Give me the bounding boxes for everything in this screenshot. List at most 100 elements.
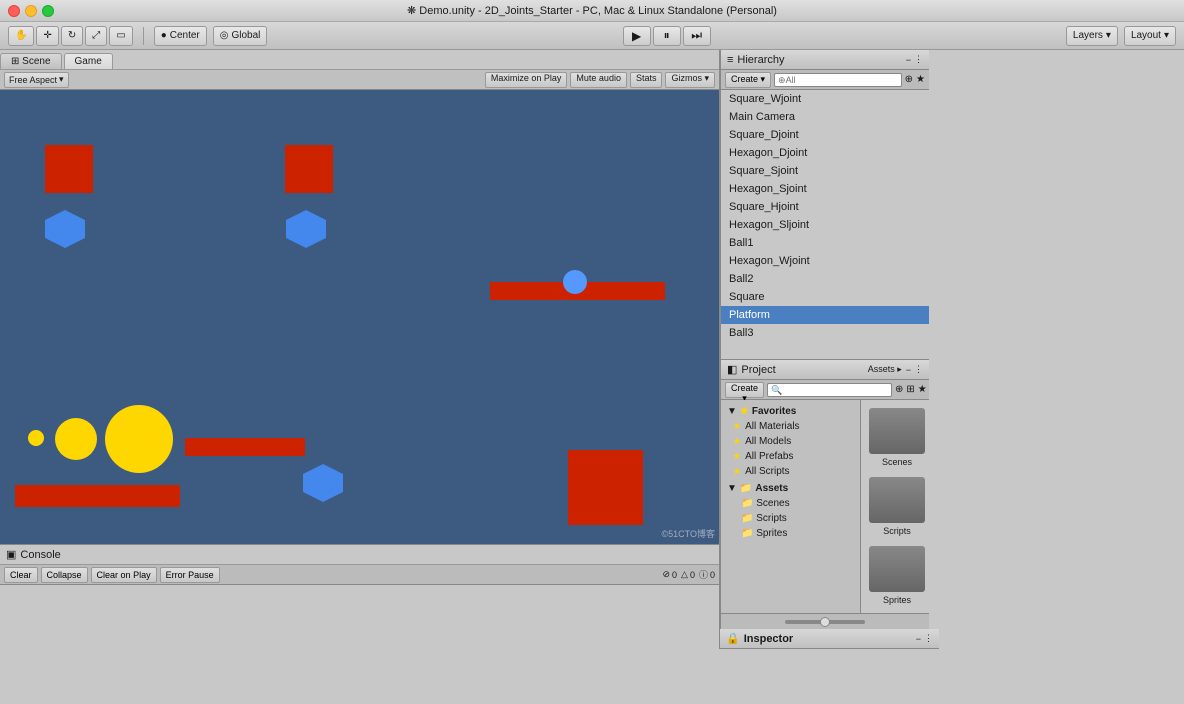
layout-dropdown[interactable]: Layout ▾ [1124,26,1176,46]
inspector-collapse-icon[interactable]: − [916,634,921,644]
favorites-header[interactable]: ▼ ★ Favorites [721,404,860,419]
filter-icon[interactable]: ⊕ [905,74,913,85]
titlebar: ❋ Demo.unity - 2D_Joints_Starter - PC, M… [0,0,1184,22]
hierarchy-item-square-hjoint[interactable]: Square_Hjoint [721,198,929,216]
filter-icon-3[interactable]: ⊞ [906,384,914,395]
star-icon-2[interactable]: ★ [918,384,927,395]
favorites-section: ▼ ★ Favorites ★ All Materials ★ All Mode… [721,404,860,479]
hierarchy-collapse-icon[interactable]: − [906,55,911,65]
hierarchy-item-hexagon-sjoint[interactable]: Hexagon_Sjoint [721,180,929,198]
hierarchy-item-square-djoint[interactable]: Square_Djoint [721,126,929,144]
assets-header[interactable]: ▼ 📁 Assets [721,481,860,496]
hierarchy-search-input[interactable] [774,73,902,87]
hierarchy-create-btn[interactable]: Create ▾ [725,72,771,88]
center-dot-icon: ● [161,30,167,41]
tab-scene[interactable]: ⊞ Scene [0,53,62,69]
hierarchy-item-square-wjoint[interactable]: Square_Wjoint [721,90,929,108]
inspector-lock-icon[interactable]: ⋮ [924,633,933,644]
project-search-input[interactable] [767,383,892,397]
left-panel: ⊞ Scene Game Free Aspect ▾ Maximize on P… [0,50,719,704]
hierarchy-item-square[interactable]: Square [721,288,929,306]
hand-tool[interactable]: ✋ [8,26,34,46]
hierarchy-item-square-sjoint[interactable]: Square_Sjoint [721,162,929,180]
global-button[interactable]: ◎ Global [213,26,268,46]
chevron-down-icon-fav: ▼ [727,406,737,417]
project-assets-label[interactable]: Assets ▸ [868,364,902,375]
star-icon[interactable]: ★ [916,74,925,85]
play-controls: ▶ ⏸ ⏭ [623,26,711,46]
maximize-on-play-btn[interactable]: Maximize on Play [485,72,568,88]
console-header: ▣ Console [0,545,719,565]
blue-hex-2 [283,208,329,253]
red-square-br [568,450,643,525]
collapse-btn[interactable]: Collapse [41,567,88,583]
red-bar [185,438,305,456]
scripts-item[interactable]: 📁 Scripts [721,511,860,526]
chevron-down-icon-assets: ▼ [727,483,737,494]
scene-game-area: ⊞ Scene Game Free Aspect ▾ Maximize on P… [0,50,719,544]
project-bottom-bar [721,613,929,629]
maximize-button[interactable] [42,5,54,17]
star-fav-icon: ★ [740,406,749,417]
aspect-select[interactable]: Free Aspect ▾ [4,72,69,88]
yellow-md [55,418,97,460]
inspector-title: Inspector [744,633,916,645]
all-materials-item[interactable]: ★ All Materials [721,419,860,434]
stats-btn[interactable]: Stats [630,72,663,88]
hierarchy-item-hexagon-sljoint[interactable]: Hexagon_Sljoint [721,216,929,234]
zoom-slider-thumb[interactable] [820,617,830,627]
hierarchy-item-ball2[interactable]: Ball2 [721,270,929,288]
all-prefabs-item[interactable]: ★ All Prefabs [721,449,860,464]
scripts-folder-icon: 📁 [741,513,753,524]
filter-icon-2[interactable]: ⊕ [895,384,903,395]
sprites-folder-icon-big [869,546,925,592]
star-icon-pre: ★ [733,451,741,462]
clear-on-play-btn[interactable]: Clear on Play [91,567,157,583]
project-tree: ▼ ★ Favorites ★ All Materials ★ All Mode… [721,400,861,613]
all-scripts-item[interactable]: ★ All Scripts [721,464,860,479]
project-collapse-icon[interactable]: − [906,365,911,375]
hierarchy-lock-icon[interactable]: ⋮ [914,54,923,65]
hierarchy-item-hexagon-wjoint[interactable]: Hexagon_Wjoint [721,252,929,270]
hierarchy-item-ball1[interactable]: Ball1 [721,234,929,252]
project-icon: ◧ [727,363,737,376]
hierarchy-item-ball3[interactable]: Ball3 [721,324,929,342]
project-assets-view: Scenes Scripts Sprites [861,400,929,613]
gizmos-btn[interactable]: Gizmos ▾ [665,72,715,88]
all-models-item[interactable]: ★ All Models [721,434,860,449]
blue-ball-mid [563,270,587,294]
hierarchy-item-platform[interactable]: Platform [721,306,929,324]
project-panel: ◧ Project Assets ▸ − ⋮ Create ▾ ⊕ ⊞ ★ [720,360,929,629]
hierarchy-header: ≡ Hierarchy − ⋮ [721,50,929,70]
star-icon-mat: ★ [733,421,741,432]
scenes-folder[interactable]: Scenes [869,408,925,467]
center-button[interactable]: ● Center [154,26,207,46]
move-tool[interactable]: ✛ [36,26,58,46]
pause-button[interactable]: ⏸ [653,26,681,46]
scale-tool[interactable]: ⤢ [85,26,107,46]
rect-tool[interactable]: ▭ [109,26,132,46]
layers-dropdown[interactable]: Layers ▾ [1066,26,1118,46]
star-icon-scr: ★ [733,466,741,477]
play-button[interactable]: ▶ [623,26,651,46]
tab-game[interactable]: Game [64,53,113,69]
clear-btn[interactable]: Clear [4,567,38,583]
minimize-button[interactable] [25,5,37,17]
rotate-tool[interactable]: ↻ [61,26,83,46]
project-create-btn[interactable]: Create ▾ [725,382,764,398]
sprites-item[interactable]: 📁 Sprites [721,526,860,541]
project-lock-icon[interactable]: ⋮ [914,364,923,375]
play-icon: ▶ [632,29,641,43]
middle-panel: ≡ Hierarchy − ⋮ Create ▾ ⊕ ★ Square_Wjoi… [719,50,929,629]
globe-icon: ◎ [220,30,229,41]
scenes-item[interactable]: 📁 Scenes [721,496,860,511]
rotate-icon: ↻ [68,30,76,41]
sprites-folder[interactable]: Sprites [869,546,925,605]
close-button[interactable] [8,5,20,17]
step-button[interactable]: ⏭ [683,26,711,46]
error-pause-btn[interactable]: Error Pause [160,567,220,583]
mute-audio-btn[interactable]: Mute audio [570,72,627,88]
hierarchy-item-hexagon-djoint[interactable]: Hexagon_Djoint [721,144,929,162]
scripts-folder[interactable]: Scripts [869,477,925,536]
hierarchy-item-main-camera[interactable]: Main Camera [721,108,929,126]
